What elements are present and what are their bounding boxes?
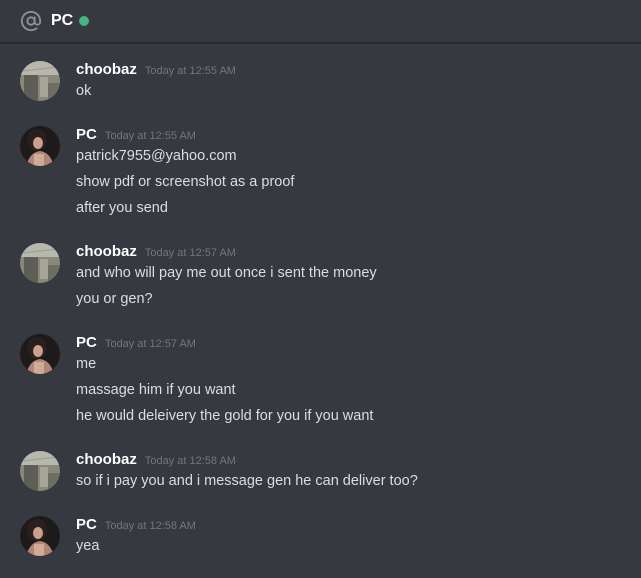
pc-avatar[interactable] xyxy=(20,516,60,556)
message-text: you or gen? xyxy=(76,291,153,307)
message-text: so if i pay you and i message gen he can… xyxy=(76,473,418,489)
message-timestamp: Today at 12:55 AM xyxy=(144,65,236,77)
message-timestamp: Today at 12:57 AM xyxy=(104,338,196,350)
channel-header: PC xyxy=(0,0,641,43)
message-header: PC Today at 12:58 AM xyxy=(76,516,196,536)
author-name[interactable]: choobaz xyxy=(76,451,137,468)
message-text: patrick7955@yahoo.com xyxy=(76,148,237,164)
message-text: show pdf or screenshot as a proof xyxy=(76,174,295,190)
message-header: PC Today at 12:57 AM xyxy=(76,334,196,354)
pc-avatar[interactable] xyxy=(20,126,60,166)
choobaz-avatar[interactable] xyxy=(20,243,60,283)
author-name[interactable]: PC xyxy=(76,334,97,351)
message-header: choobaz Today at 12:55 AM xyxy=(76,61,236,81)
message-text: ok xyxy=(76,83,92,99)
message-header: choobaz Today at 12:58 AM xyxy=(76,451,236,471)
message-timestamp: Today at 12:57 AM xyxy=(144,247,236,259)
message-text: and who will pay me out once i sent the … xyxy=(76,265,377,281)
message-text: massage him if you want xyxy=(76,382,236,398)
author-name[interactable]: choobaz xyxy=(76,243,137,260)
pc-avatar[interactable] xyxy=(20,334,60,374)
message-timestamp: Today at 12:55 AM xyxy=(104,130,196,142)
online-status-indicator xyxy=(79,16,90,26)
message-text: yea xyxy=(76,538,100,554)
message-timestamp: Today at 12:58 AM xyxy=(104,520,196,532)
message-text: me xyxy=(76,356,97,372)
author-name[interactable]: choobaz xyxy=(76,61,137,78)
message-header: PC Today at 12:55 AM xyxy=(76,126,196,146)
message-text: after you send xyxy=(76,200,168,216)
dm-recipient-name[interactable]: PC xyxy=(51,12,73,30)
choobaz-avatar[interactable] xyxy=(20,61,60,101)
author-name[interactable]: PC xyxy=(76,516,97,533)
message-timestamp: Today at 12:58 AM xyxy=(144,455,236,467)
message-text: he would deleivery the gold for you if y… xyxy=(76,408,374,424)
choobaz-avatar[interactable] xyxy=(20,451,60,491)
at-icon xyxy=(20,10,42,32)
author-name[interactable]: PC xyxy=(76,126,97,143)
message-header: choobaz Today at 12:57 AM xyxy=(76,243,236,263)
